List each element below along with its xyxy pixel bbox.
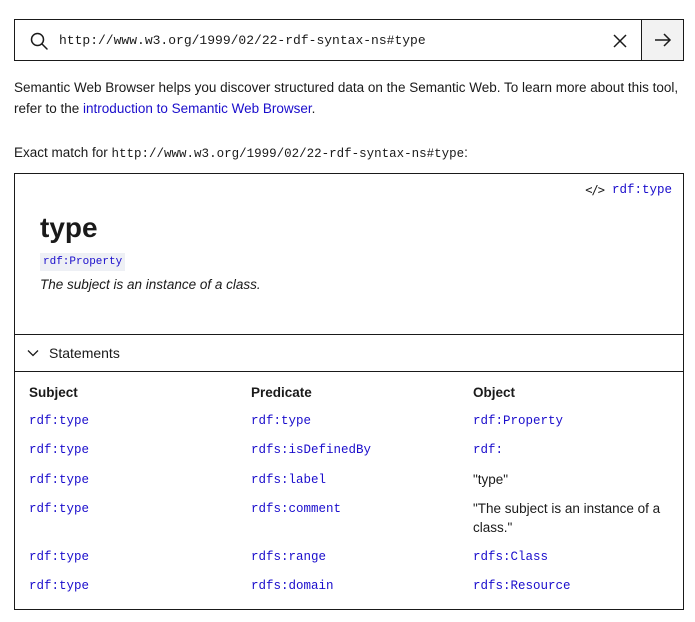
source-link-label: rdf:type [611,183,672,197]
column-header-predicate: Predicate [251,385,312,400]
intro-link[interactable]: introduction to Semantic Web Browser [83,101,312,116]
row-6-object[interactable]: rdfs:Resource [473,579,673,593]
clear-search-button[interactable] [607,28,633,54]
row-1-predicate[interactable]: rdf:type [251,414,311,428]
submit-search-button[interactable] [641,20,683,60]
row-3-object: "type" [473,472,509,487]
search-input[interactable] [15,20,641,60]
resource-description: The subject is an instance of a class. [40,277,261,292]
close-icon [613,34,627,48]
intro-paragraph: Semantic Web Browser helps you discover … [14,77,686,119]
match-uri: http://www.w3.org/1999/02/22-rdf-syntax-… [111,147,465,161]
intro-text-end: . [311,101,316,116]
statements-label: Statements [49,345,120,361]
search-icon [30,32,48,50]
row-3-subject[interactable]: rdf:type [29,473,89,487]
view-source-link[interactable]: </> rdf:type [585,183,672,197]
match-suffix: : [464,145,468,160]
row-2-predicate[interactable]: rdfs:isDefinedBy [251,443,371,457]
code-icon: </> [585,183,605,197]
statements-toggle[interactable]: Statements [15,334,683,372]
search-bar [14,19,684,61]
chevron-down-icon [27,350,39,357]
resource-card: </> rdf:type type rdf:Property The subje… [14,173,684,610]
row-4-predicate[interactable]: rdfs:comment [251,502,341,516]
row-6-predicate[interactable]: rdfs:domain [251,579,334,593]
row-3-predicate[interactable]: rdfs:label [251,473,326,487]
search-field-wrapper [15,20,641,60]
column-header-object: Object [473,385,516,400]
column-header-subject: Subject [29,385,78,400]
row-4-object: "The subject is an instance of a class." [473,501,661,535]
row-1-object[interactable]: rdf:Property [473,414,673,428]
row-2-subject[interactable]: rdf:type [29,443,89,457]
type-badge[interactable]: rdf:Property [40,253,126,271]
arrow-right-icon [654,33,671,47]
row-4-subject[interactable]: rdf:type [29,502,89,516]
match-prefix: Exact match for [14,145,112,160]
row-5-predicate[interactable]: rdfs:range [251,550,326,564]
exact-match-line: Exact match for http://www.w3.org/1999/0… [14,144,468,163]
row-5-subject[interactable]: rdf:type [29,550,89,564]
row-6-subject[interactable]: rdf:type [29,579,89,593]
row-2-object[interactable]: rdf: [473,443,673,457]
row-5-object[interactable]: rdfs:Class [473,550,673,564]
resource-title: type [40,212,98,243]
row-1-subject[interactable]: rdf:type [29,414,89,428]
